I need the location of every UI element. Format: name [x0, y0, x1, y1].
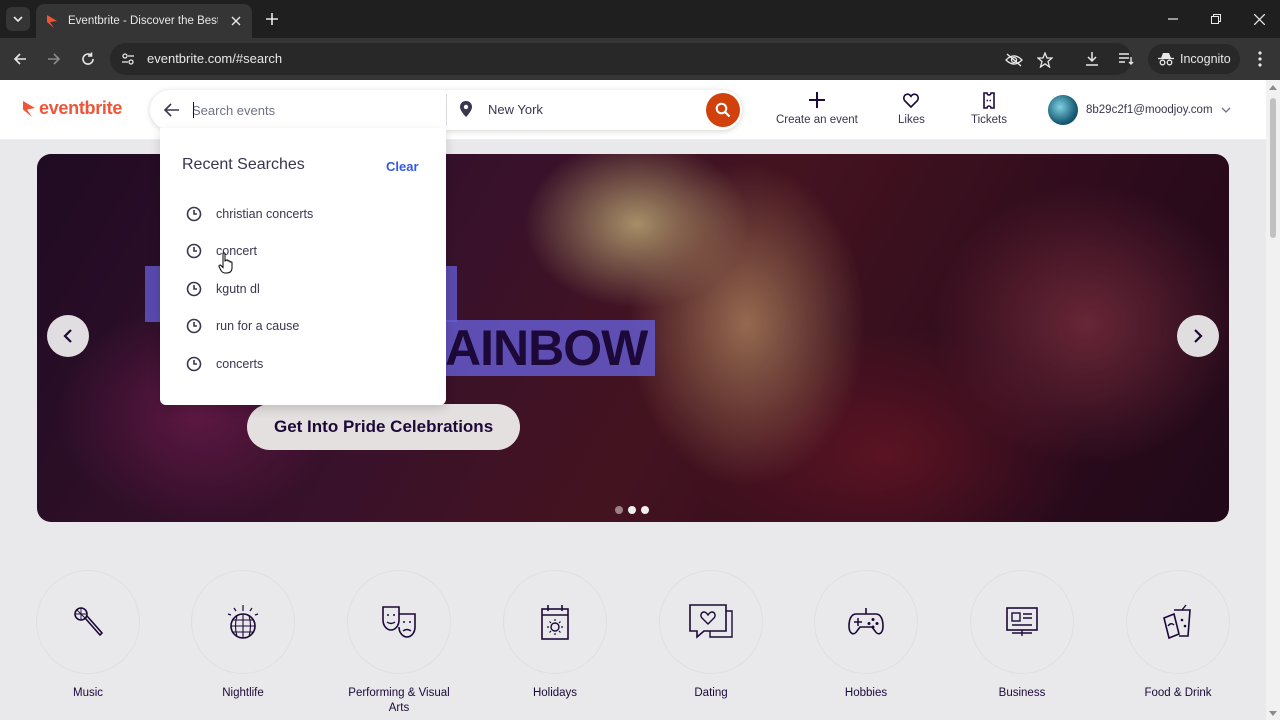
recent-search-item[interactable]: christian concerts [186, 204, 426, 224]
clear-recent-button[interactable]: Clear [386, 159, 419, 174]
chevron-down-icon [1221, 107, 1230, 113]
incognito-indicator[interactable]: Incognito [1148, 44, 1240, 74]
restore-icon [1211, 14, 1221, 24]
search-bar: New York [150, 90, 742, 130]
location-input[interactable]: New York [488, 102, 543, 117]
arrow-left-icon [13, 53, 26, 65]
reading-list-button[interactable] [1114, 47, 1138, 71]
recent-searches-dropdown: Recent Searches Clear christian concerts… [160, 128, 446, 405]
recent-search-item[interactable]: run for a cause [186, 316, 426, 336]
restore-button[interactable] [1206, 9, 1226, 29]
scroll-down-arrow-icon[interactable] [1269, 711, 1277, 716]
clock-icon [186, 318, 202, 334]
eye-off-icon[interactable] [1005, 51, 1023, 69]
address-bar[interactable]: eventbrite.com/#search [110, 43, 1132, 75]
create-event-label: Create an event [776, 114, 858, 126]
heart-icon [901, 90, 921, 110]
eventbrite-logo-icon [23, 100, 35, 117]
recent-search-label: run for a cause [216, 319, 300, 333]
reload-button[interactable] [76, 47, 100, 71]
recent-search-label: kgutn dl [216, 282, 260, 296]
recent-searches-title: Recent Searches [182, 156, 305, 173]
browser-toolbar: eventbrite.com/#search Incognito [0, 38, 1280, 80]
search-button[interactable] [706, 93, 740, 127]
recent-search-label: christian concerts [216, 207, 314, 221]
hand-cursor-icon [218, 252, 233, 274]
search-icon [715, 102, 731, 118]
likes-label: Likes [898, 114, 925, 126]
plus-icon [807, 90, 827, 110]
clock-icon [186, 243, 202, 259]
page-scrollbar[interactable] [1266, 80, 1280, 720]
incognito-label: Incognito [1180, 52, 1231, 66]
search-divider [446, 94, 447, 126]
media-queue-icon [1119, 53, 1134, 65]
ticket-icon [979, 90, 999, 110]
clock-icon [186, 356, 202, 372]
reload-icon [82, 52, 94, 65]
browser-tab-bar: Eventbrite - Discover the Best Lo [0, 0, 1280, 38]
recent-search-item[interactable]: kgutn dl [186, 279, 426, 299]
search-input[interactable] [192, 98, 432, 122]
tab-close-icon[interactable] [228, 13, 244, 29]
user-email: 8b29c2f1@moodjoy.com [1086, 104, 1213, 116]
scroll-up-arrow-icon[interactable] [1269, 85, 1277, 90]
bookmark-star-icon[interactable] [1036, 51, 1054, 69]
download-button[interactable] [1080, 47, 1104, 71]
url-text[interactable]: eventbrite.com/#search [147, 51, 282, 66]
eventbrite-logo[interactable]: eventbrite [22, 98, 122, 119]
scroll-thumb[interactable] [1270, 98, 1276, 238]
close-icon [1253, 13, 1265, 25]
browser-menu-button[interactable] [1250, 49, 1270, 69]
plus-icon [266, 13, 278, 25]
clock-icon [186, 281, 202, 297]
close-window-button[interactable] [1249, 9, 1269, 29]
chevron-down-icon [13, 16, 23, 23]
minimize-button[interactable] [1163, 9, 1183, 29]
more-vertical-icon [1258, 51, 1262, 67]
back-button[interactable] [8, 47, 32, 71]
download-icon [1086, 52, 1098, 66]
location-pin-icon [460, 101, 472, 117]
arrow-left-icon [164, 103, 179, 117]
search-back-button[interactable] [162, 100, 182, 120]
minimize-icon [1168, 18, 1178, 20]
forward-button[interactable] [42, 47, 66, 71]
text-caret [193, 102, 194, 118]
browser-tab[interactable]: Eventbrite - Discover the Best Lo [36, 4, 252, 38]
recent-search-item[interactable]: concerts [186, 354, 426, 374]
logo-text: eventbrite [39, 98, 123, 118]
create-event-button[interactable]: Create an event [776, 90, 858, 126]
avatar [1048, 95, 1078, 125]
tab-search-button[interactable] [6, 7, 30, 31]
tickets-label: Tickets [971, 114, 1007, 126]
eventbrite-favicon-icon [47, 15, 57, 28]
recent-search-label: concerts [216, 357, 264, 371]
arrow-right-icon [48, 53, 61, 65]
incognito-icon [1158, 53, 1174, 66]
tab-title: Eventbrite - Discover the Best Lo [68, 15, 218, 27]
user-menu[interactable]: 8b29c2f1@moodjoy.com [1048, 95, 1231, 125]
likes-button[interactable]: Likes [898, 90, 925, 126]
new-tab-button[interactable] [262, 9, 282, 29]
clock-icon [186, 206, 202, 222]
site-info-icon[interactable] [120, 51, 136, 67]
tickets-button[interactable]: Tickets [971, 90, 1007, 126]
